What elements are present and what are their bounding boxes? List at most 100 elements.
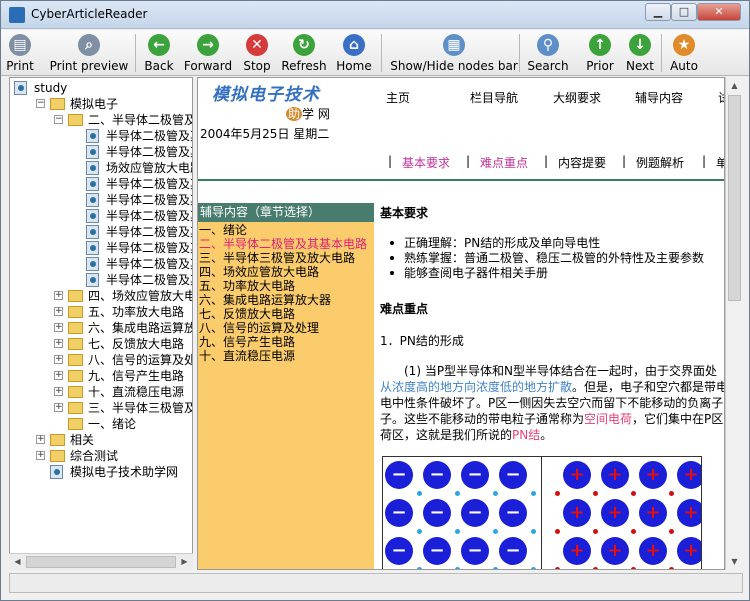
collapse-icon[interactable]: − [36,99,45,108]
site-logo[interactable]: 模拟电子技术 [212,80,320,105]
subnav-link[interactable]: 基本要求 [402,154,450,171]
electron-dot [593,529,598,534]
tree-node[interactable]: − 二、半导体二极管及其 [10,112,192,128]
subnav-link[interactable]: 难点重点 [480,154,528,171]
close-button[interactable]: ✕ [697,3,741,21]
tree-node-label: 半导体二极管及其 [106,257,193,271]
stop-button[interactable]: ✕ Stop [239,32,275,74]
positive-ion: + [601,461,629,489]
scroll-right-icon[interactable]: ▶ [176,554,193,570]
forward-button[interactable]: → Forward [183,32,233,74]
collapse-icon[interactable]: − [54,115,63,124]
scroll-up-icon[interactable]: ▲ [726,77,743,94]
chapter-link[interactable]: 三、半导体三极管及放大电路 [199,251,355,265]
nodes-tree[interactable]: study−模拟电子−二、半导体二极管及其半导体二极管及其半导体二极管及其场效应… [9,77,193,570]
chapter-link[interactable]: 五、功率放大电路 [199,279,295,293]
nav-home[interactable]: 主页 [386,89,410,106]
home-button[interactable]: ⌂ Home [333,32,375,74]
chapter-link[interactable]: 一、绪论 [199,223,247,237]
positive-ion: + [601,537,629,565]
negative-ion: − [423,461,451,489]
tree-node-label: 半导体二极管及其 [106,209,193,223]
tree-node[interactable]: + 相关 [10,432,192,448]
tree-node[interactable]: 半导体二极管及其 [10,224,192,240]
scroll-down-icon[interactable]: ▼ [726,553,743,570]
tree-node[interactable]: 半导体二极管及其 [10,128,193,144]
title-bar[interactable]: CyberArticleReader ▁ □ ✕ [1,1,749,29]
expand-icon[interactable]: + [54,387,63,396]
chapter-link[interactable]: 八、信号的运算及处理 [199,321,319,335]
expand-icon[interactable]: + [54,323,63,332]
back-button[interactable]: ← Back [141,32,177,74]
chapter-panel-header: 辅导内容（章节选择） [198,203,374,222]
expand-icon[interactable]: + [54,339,63,348]
tree-node[interactable]: 场效应管放大电路 [10,160,192,176]
list-item: 能够查阅电子器件相关手册 [389,266,704,280]
search-button[interactable]: ⚲ Search [525,32,571,74]
scroll-left-icon[interactable]: ◀ [9,554,26,570]
expand-icon[interactable]: + [36,451,45,460]
tree-node[interactable]: − 模拟电子 [10,96,192,112]
tree-node[interactable]: + 三、半导体三极管及放 [10,400,192,416]
vertical-scrollbar[interactable]: ▲ ▼ [725,77,742,570]
scroll-thumb[interactable] [26,556,176,568]
nav-tutoring[interactable]: 辅导内容 [635,89,683,106]
chapter-link[interactable]: 四、场效应管放大电路 [199,265,319,279]
prior-button[interactable]: ↑ Prior [581,32,619,74]
maximize-button[interactable]: □ [671,3,697,21]
tree-node[interactable]: 模拟电子技术助学网 [10,464,192,480]
expand-icon[interactable]: + [54,307,63,316]
expand-icon[interactable]: + [54,355,63,364]
subnav-link[interactable]: 例题解析 [636,154,684,171]
chapter-link[interactable]: 七、反馈放大电路 [199,307,295,321]
tree-node[interactable]: + 四、场效应管放大电路 [10,288,192,304]
folder-icon [68,370,83,382]
hole-dot [417,529,422,534]
minimize-button[interactable]: ▁ [645,3,671,21]
refresh-button[interactable]: ↻ Refresh [279,32,329,74]
nav-test[interactable]: 试 [718,89,724,106]
tree-node[interactable]: + 九、信号产生电路 [10,368,192,384]
tree-node[interactable]: + 十、直流稳压电源 [10,384,192,400]
folder-icon [68,290,83,302]
auto-button[interactable]: ★ Auto [667,32,701,74]
subnav-link[interactable]: 单 [716,154,724,171]
page-icon [86,177,99,191]
expand-icon[interactable]: + [54,403,63,412]
scroll-thumb[interactable] [728,95,741,301]
tree-node[interactable]: 半导体二极管及其 [10,144,192,160]
subnav-link[interactable]: 内容提要 [558,154,606,171]
tree-node[interactable]: study [10,80,192,96]
tree-horizontal-scrollbar[interactable]: ◀ ▶ [9,553,193,570]
expand-icon[interactable]: + [54,291,63,300]
expand-icon[interactable]: + [36,435,45,444]
tree-node[interactable]: 半导体二极管及其 [10,208,193,224]
tree-node-label: 半导体二极管及其 [106,129,193,143]
positive-ion: + [563,499,591,527]
tree-node[interactable]: 半导体二极管及其 [10,192,192,208]
tree-node[interactable]: + 综合测试 [10,448,192,464]
tree-node[interactable]: 一、绪论 [10,416,192,432]
negative-ion: − [385,499,413,527]
tree-node[interactable]: + 八、信号的运算及处理 [10,352,192,368]
tree-node[interactable]: 半导体二极管及其 [10,256,193,272]
next-button[interactable]: ↓ Next [621,32,659,74]
expand-icon[interactable]: + [54,371,63,380]
tree-node[interactable]: 半导体二极管及其 [10,272,192,288]
nav-column[interactable]: 栏目导航 [470,89,518,106]
print-preview-button[interactable]: ⌕ Print preview [49,32,129,74]
app-icon [9,7,25,23]
show-hide-nodes-bar-button[interactable]: ▦ Show/Hide nodes bar [387,32,521,74]
chapter-link[interactable]: 十、直流稳压电源 [199,349,295,363]
tree-node[interactable]: 半导体二极管及其 [10,240,192,256]
print-button[interactable]: ▤ Print [5,32,35,74]
chapter-link[interactable]: 六、集成电路运算放大器 [199,293,331,307]
subnav-separator: | [702,154,707,168]
tree-node[interactable]: + 六、集成电路运算放大 [10,320,192,336]
chapter-link[interactable]: 九、信号产生电路 [199,335,295,349]
chapter-link[interactable]: 二、半导体二极管及其基本电路 [199,237,367,251]
nav-outline[interactable]: 大纲要求 [553,89,601,106]
tree-node[interactable]: + 七、反馈放大电路 [10,336,192,352]
tree-node[interactable]: + 五、功率放大电路 [10,304,192,320]
tree-node[interactable]: 半导体二极管及其 [10,176,192,192]
